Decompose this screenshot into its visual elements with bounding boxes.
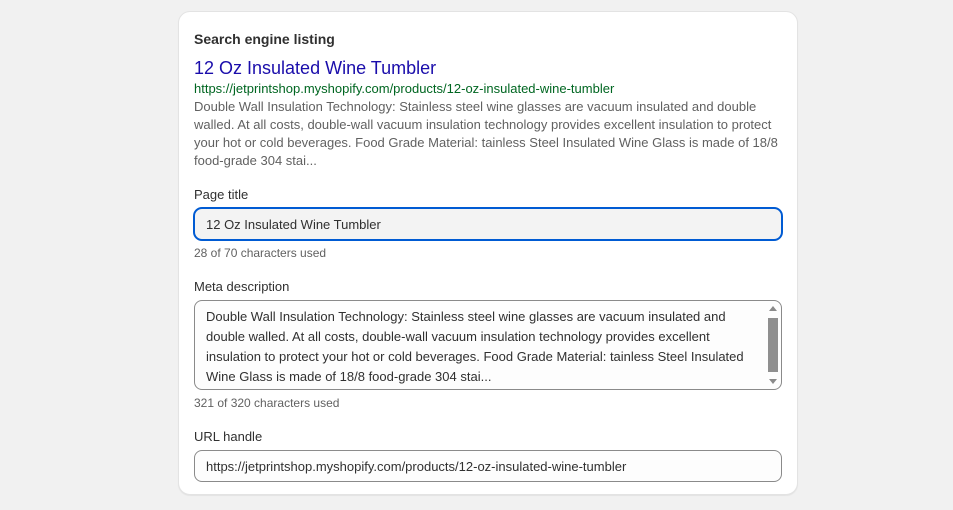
textarea-scrollbar[interactable]: [766, 302, 780, 388]
preview-title-link[interactable]: 12 Oz Insulated Wine Tumbler: [194, 57, 782, 79]
url-handle-input[interactable]: [194, 450, 782, 482]
scrollbar-thumb[interactable]: [768, 318, 778, 372]
page-title-label: Page title: [194, 187, 249, 202]
preview-url: https://jetprintshop.myshopify.com/produ…: [194, 81, 615, 96]
url-handle-label: URL handle: [194, 429, 263, 444]
meta-description-char-count: 321 of 320 characters used: [194, 396, 340, 410]
page-title-field: Page title 28 of 70 characters used: [194, 186, 782, 261]
search-engine-listing-card: Search engine listing 12 Oz Insulated Wi…: [178, 11, 798, 495]
section-title: Search engine listing: [194, 31, 335, 47]
page-title-char-count: 28 of 70 characters used: [194, 246, 327, 260]
meta-description-field: Meta description Double Wall Insulation …: [194, 278, 782, 411]
page-title-input[interactable]: [194, 208, 782, 240]
url-handle-field: URL handle: [194, 428, 782, 482]
meta-description-label: Meta description: [194, 279, 290, 294]
preview-description: Double Wall Insulation Technology: Stain…: [194, 99, 778, 168]
meta-description-text[interactable]: Double Wall Insulation Technology: Stain…: [206, 307, 759, 387]
scroll-up-arrow-icon[interactable]: [769, 306, 777, 311]
scroll-down-arrow-icon[interactable]: [769, 379, 777, 384]
listing-preview: Search engine listing 12 Oz Insulated Wi…: [194, 30, 782, 170]
meta-description-textarea[interactable]: Double Wall Insulation Technology: Stain…: [194, 300, 782, 390]
